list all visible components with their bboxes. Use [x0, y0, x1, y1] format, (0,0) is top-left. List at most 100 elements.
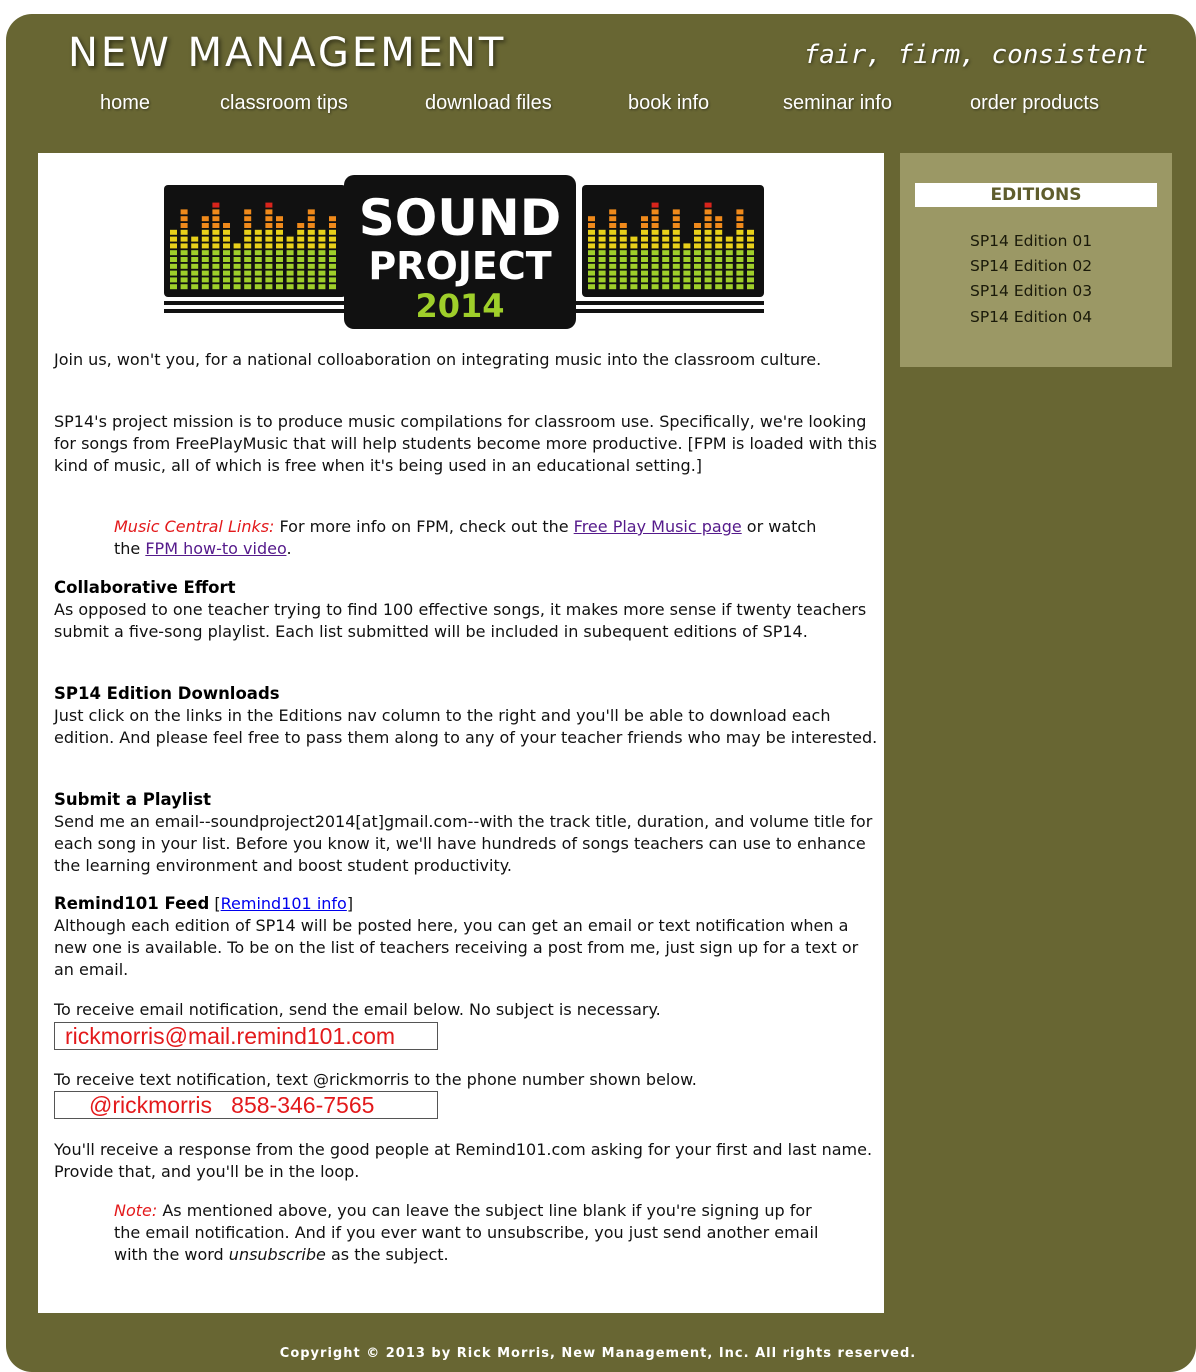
equalizer-segment: [619, 250, 627, 256]
equalizer-segment: [201, 250, 209, 256]
equalizer-segment: [254, 243, 262, 249]
equalizer-segment: [672, 270, 680, 276]
equalizer-segment: [725, 243, 733, 249]
equalizer-segment: [212, 284, 220, 290]
equalizer-segment: [244, 250, 252, 256]
equalizer-segment: [715, 257, 723, 262]
free-play-music-link[interactable]: Free Play Music page: [574, 517, 742, 536]
equalizer-segment: [286, 263, 294, 269]
equalizer-segment: [297, 229, 305, 235]
equalizer-segment: [212, 263, 220, 269]
equalizer-segment: [725, 277, 733, 283]
equalizer-segment: [297, 277, 305, 283]
equalizer-segment: [201, 216, 209, 222]
nav-classroom-tips[interactable]: classroom tips: [220, 92, 348, 115]
equalizer-segment: [233, 243, 241, 249]
equalizer-segment: [715, 277, 723, 283]
equalizer-segment: [318, 270, 326, 276]
equalizer-segment: [212, 243, 220, 249]
equalizer-segment: [694, 236, 701, 242]
equalizer-segment: [297, 250, 305, 256]
music-central-callout: Music Central Links: For more info on FP…: [114, 516, 834, 560]
equalizer-segment: [641, 270, 648, 276]
equalizer-segment: [672, 216, 680, 222]
equalizer-segment: [318, 263, 326, 269]
equalizer-segment: [736, 284, 744, 290]
equalizer-segment: [307, 243, 315, 249]
equalizer-segment: [265, 257, 273, 262]
equalizer-segment: [736, 243, 744, 249]
equalizer-segment: [265, 236, 273, 242]
equalizer-segment: [276, 277, 283, 283]
equalizer-segment: [265, 223, 273, 228]
main-content: SOUND PROJECT 2014 Join us, won't you, f…: [38, 153, 884, 1313]
equalizer-segment: [329, 216, 336, 222]
nav-download-files[interactable]: download files: [425, 92, 552, 115]
equalizer-segment: [598, 229, 606, 235]
equalizer-segment: [307, 216, 315, 222]
equalizer-segment: [662, 284, 670, 290]
equalizer-segment: [307, 257, 315, 262]
equalizer-segment: [201, 263, 209, 269]
nav-home[interactable]: home: [100, 92, 150, 115]
equalizer-segment: [630, 236, 638, 242]
collab-section: Collaborative Effort As opposed to one t…: [54, 577, 880, 643]
nav-order-products[interactable]: order products: [970, 92, 1099, 115]
equalizer-segment: [598, 243, 606, 249]
equalizer-segment: [286, 250, 294, 256]
equalizer-segment: [672, 250, 680, 256]
equalizer-segment: [641, 284, 648, 290]
equalizer-segment: [297, 263, 305, 269]
equalizer-segment: [672, 243, 680, 249]
equalizer-segment: [244, 263, 252, 269]
equalizer-segment: [588, 250, 595, 256]
nav-book-info[interactable]: book info: [628, 92, 709, 115]
equalizer-segment: [736, 263, 744, 269]
note-text-b: as the subject.: [325, 1245, 449, 1264]
equalizer-segment: [651, 263, 659, 269]
equalizer-segment: [265, 243, 273, 249]
equalizer-segment: [672, 284, 680, 290]
edition-03-link[interactable]: SP14 Edition 03: [970, 282, 1092, 300]
equalizer-segment: [672, 257, 680, 262]
equalizer-segment: [609, 229, 617, 235]
remind-info-link[interactable]: Remind101 info: [221, 894, 347, 913]
equalizer-segment: [651, 202, 659, 208]
equalizer-segment: [244, 236, 252, 242]
equalizer-segment: [672, 223, 680, 228]
equalizer-segment: [598, 277, 606, 283]
equalizer-segment: [307, 284, 315, 290]
equalizer-segment: [223, 284, 230, 290]
remind-body: Although each edition of SP14 will be po…: [54, 916, 859, 979]
equalizer-segment: [170, 236, 177, 242]
equalizer-segment: [265, 263, 273, 269]
equalizer-segment: [244, 284, 252, 290]
equalizer-segment: [715, 250, 723, 256]
edition-01-link[interactable]: SP14 Edition 01: [970, 232, 1092, 250]
equalizer-segment: [180, 236, 188, 242]
nav-seminar-info[interactable]: seminar info: [783, 92, 892, 115]
equalizer-segment: [619, 236, 627, 242]
equalizer-segment: [747, 236, 754, 242]
equalizer-segment: [683, 243, 691, 249]
fpm-video-link[interactable]: FPM how-to video: [145, 539, 286, 558]
equalizer-segment: [694, 263, 701, 269]
equalizer-segment: [715, 263, 723, 269]
email-address-box: rickmorris@mail.remind101.com: [54, 1022, 438, 1050]
equalizer-segment: [276, 216, 283, 222]
equalizer-segment: [588, 236, 595, 242]
equalizer-segment: [683, 257, 691, 262]
equalizer-segment: [286, 243, 294, 249]
equalizer-segment: [329, 284, 336, 290]
equalizer-segment: [223, 229, 230, 235]
equalizer-segment: [651, 209, 659, 215]
equalizer-segment: [704, 257, 712, 262]
edition-04-link[interactable]: SP14 Edition 04: [970, 308, 1092, 326]
equalizer-segment: [329, 229, 336, 235]
equalizer-segment: [297, 270, 305, 276]
equalizer-segment: [641, 250, 648, 256]
equalizer-segment: [747, 243, 754, 249]
collab-body: As opposed to one teacher trying to find…: [54, 600, 867, 641]
edition-02-link[interactable]: SP14 Edition 02: [970, 257, 1092, 275]
equalizer-segment: [747, 284, 754, 290]
